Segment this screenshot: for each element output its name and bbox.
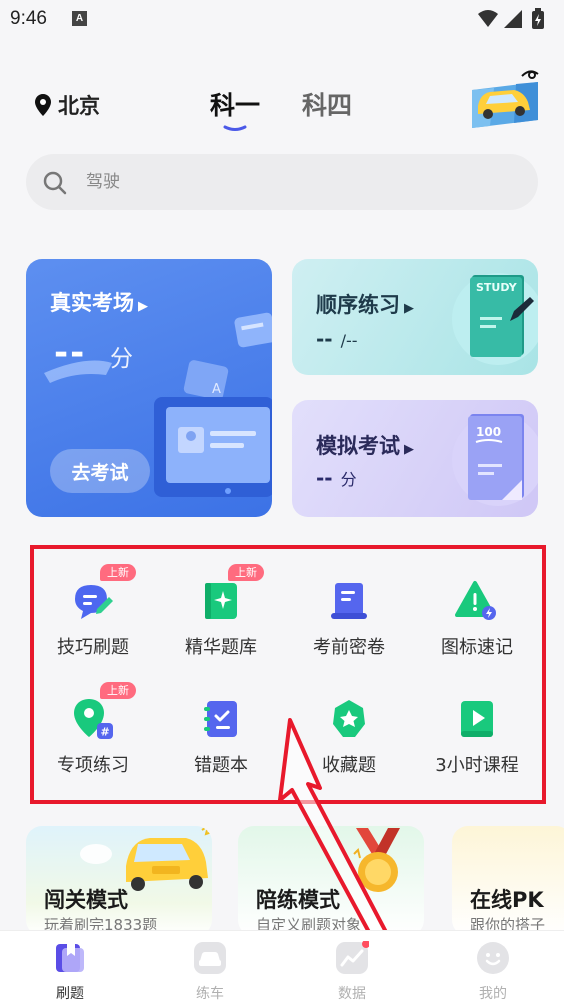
shortcut-label: 图标速记 (441, 637, 513, 658)
shortcut-grid: 上新 技巧刷题 上新 精华题库 考前密卷 图标速记 # 上新 专项练习 错题本 … (30, 545, 546, 804)
shortcut-label: 错题本 (194, 755, 248, 776)
chart-line-icon (336, 941, 369, 974)
status-icons (478, 8, 544, 29)
new-badge: 上新 (100, 564, 136, 581)
scroll-document-icon (331, 583, 367, 619)
warning-sign-icon (455, 581, 496, 620)
chevron-right-icon: ▶ (138, 299, 148, 314)
shortcut-label: 精华题库 (185, 637, 257, 658)
mode-name: 在线PK (470, 888, 544, 912)
svg-text:#: # (101, 726, 110, 739)
battery-charging-icon (532, 8, 544, 29)
top-bar: 北京 科一 科四 (0, 70, 564, 136)
star-badge-icon (333, 700, 365, 737)
play-video-icon (461, 701, 493, 737)
coach-mode-card[interactable]: 陪练模式 自定义刷题对象 (238, 826, 424, 936)
location-label: 北京 (58, 94, 100, 118)
level-mode-card[interactable]: 闯关模式 玩着刷完1833题 (26, 826, 212, 936)
shortcut-essential-bank[interactable]: 上新 精华题库 (162, 549, 280, 659)
nav-label: 练车 (196, 986, 224, 1002)
shortcut-label: 3小时课程 (435, 755, 519, 776)
search-icon (43, 171, 67, 195)
chat-bubble-pen-icon (75, 585, 113, 619)
nav-me[interactable]: 我的 (443, 931, 543, 1004)
shortcut-sign-memory[interactable]: 图标速记 (418, 549, 536, 659)
cell-signal-icon (504, 10, 522, 28)
exam-paper-illustration: 100 (452, 414, 538, 506)
location-selector[interactable]: 北京 (34, 90, 100, 120)
active-tab-indicator (223, 125, 247, 131)
mode-name: 陪练模式 (256, 888, 340, 912)
car-icon (194, 942, 226, 974)
tab-subject-four[interactable]: 科四 (302, 86, 352, 122)
checklist-notebook-icon (204, 701, 237, 737)
study-book-illustration: STUDY (452, 273, 538, 365)
wifi-icon (478, 10, 498, 27)
shortcut-tips-practice[interactable]: 上新 技巧刷题 (34, 549, 152, 659)
nav-label: 我的 (479, 986, 507, 1002)
car-map-icon[interactable] (468, 68, 542, 130)
sequential-practice-progress: --/-- (316, 327, 358, 351)
svg-text:STUDY: STUDY (476, 281, 518, 294)
nav-driving[interactable]: 练车 (160, 931, 260, 1004)
status-bar: 9:46 A (0, 0, 564, 40)
new-badge: 上新 (100, 682, 136, 699)
shortcut-pre-exam-paper[interactable]: 考前密卷 (290, 549, 408, 659)
chevron-right-icon: ▶ (404, 301, 414, 316)
bottom-nav: 刷题 练车 数据 我的 (0, 930, 564, 1004)
bookmark-book-icon (56, 944, 84, 972)
shortcut-special-practice[interactable]: # 上新 专项练习 (34, 667, 152, 777)
tab-subject-one[interactable]: 科一 (210, 86, 260, 122)
chevron-right-icon: ▶ (404, 442, 414, 457)
location-pin-icon: # (74, 699, 113, 739)
smiley-face-icon (477, 942, 509, 974)
new-badge: 上新 (228, 564, 264, 581)
shortcut-mistake-book[interactable]: 错题本 (162, 667, 280, 777)
mock-exam-title: 模拟考试 ▶ (316, 434, 414, 458)
nav-label: 刷题 (56, 986, 84, 1002)
shortcut-label: 收藏题 (322, 755, 376, 776)
search-input[interactable] (86, 154, 506, 210)
search-bar[interactable] (26, 154, 538, 210)
nav-label: 数据 (338, 986, 366, 1002)
shortcut-favorites[interactable]: 收藏题 (290, 667, 408, 777)
mock-exam-score: -- 分 (316, 466, 357, 490)
location-pin-icon (35, 94, 51, 116)
svg-text:A: A (212, 382, 221, 397)
shortcut-three-hour-course[interactable]: 3小时课程 (418, 667, 536, 777)
real-exam-score: -- (54, 333, 87, 373)
shortcut-label: 考前密卷 (313, 637, 385, 658)
sequential-practice-card[interactable]: STUDY 顺序练习 ▶ --/-- (292, 259, 538, 375)
sequential-practice-title: 顺序练习 ▶ (316, 293, 414, 317)
real-exam-unit: 分 (110, 346, 133, 372)
go-exam-button[interactable]: 去考试 (50, 449, 150, 493)
real-exam-card[interactable]: A 真实考场 ▶ -- 分 去考试 (26, 259, 272, 517)
online-pk-card[interactable]: 在线PK 跟你的搭子 (452, 826, 564, 936)
sim-icon: A (72, 11, 87, 26)
mock-exam-card[interactable]: 100 模拟考试 ▶ -- 分 (292, 400, 538, 517)
shortcut-label: 专项练习 (57, 755, 129, 776)
status-time: 9:46 (10, 8, 47, 29)
nav-data[interactable]: 数据 (302, 931, 402, 1004)
nav-practice[interactable]: 刷题 (20, 931, 120, 1004)
mode-name: 闯关模式 (44, 888, 128, 912)
book-sparkle-icon (205, 583, 237, 619)
real-exam-title: 真实考场 ▶ (50, 291, 148, 315)
shortcut-label: 技巧刷题 (57, 637, 129, 658)
svg-text:100: 100 (476, 425, 501, 439)
